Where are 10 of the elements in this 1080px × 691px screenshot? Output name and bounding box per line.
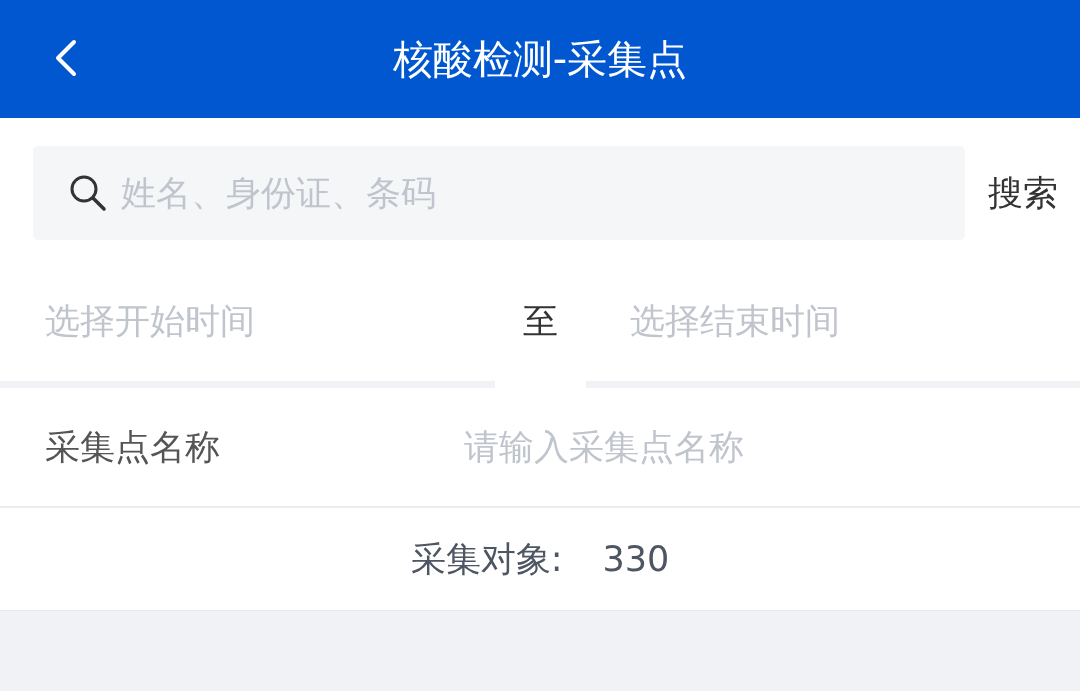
site-name-input[interactable]: 请输入采集点名称 <box>462 426 1080 468</box>
summary-label: 采集对象: <box>410 537 563 581</box>
field-label: 采集点名称 <box>44 425 221 469</box>
range-separator: 至 <box>523 300 558 343</box>
end-date-picker[interactable]: 选择结束时间 <box>630 298 840 345</box>
summary-count: 330 <box>602 539 670 579</box>
search-icon <box>69 174 107 212</box>
start-date-picker[interactable]: 选择开始时间 <box>45 298 255 345</box>
search-button[interactable]: 搜索 <box>988 169 1058 217</box>
page-title: 核酸检测-采集点 <box>392 34 688 84</box>
